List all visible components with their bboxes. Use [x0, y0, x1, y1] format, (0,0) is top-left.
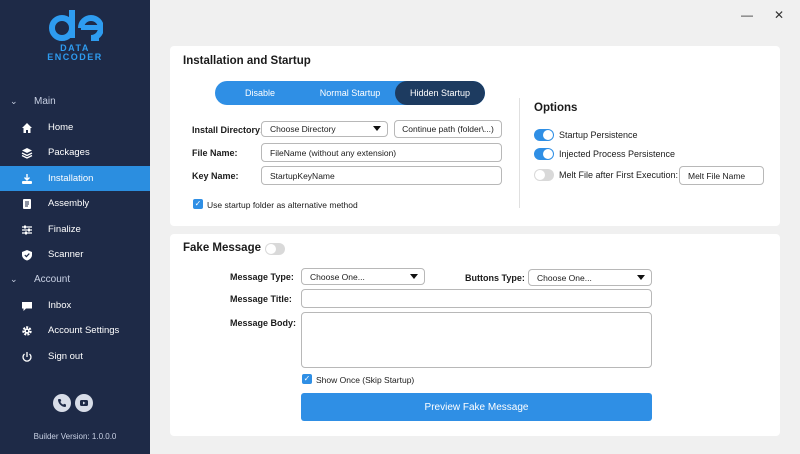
injected-persistence-toggle[interactable] — [534, 148, 554, 160]
preview-fake-message-button[interactable]: Preview Fake Message — [301, 393, 652, 421]
section-main-label: Main — [34, 96, 56, 107]
sidebar-item-finalize[interactable]: Finalize — [0, 217, 150, 242]
segment-disable[interactable]: Disable — [215, 81, 305, 105]
message-body-textarea[interactable] — [301, 312, 652, 368]
layers-icon — [20, 146, 34, 160]
section-main[interactable]: ⌄ Main — [10, 96, 56, 107]
sidebar: DATA ENCODER ⌄ Main Home Packages Instal… — [0, 0, 150, 454]
sidebar-item-scanner[interactable]: Scanner — [0, 242, 150, 267]
options-title: Options — [534, 102, 578, 114]
sidebar-item-label: Finalize — [48, 224, 81, 235]
show-once-label: Show Once (Skip Startup) — [316, 375, 415, 385]
sidebar-item-label: Home — [48, 122, 74, 133]
startup-mode-segmented: Disable Normal Startup Hidden Startup — [215, 81, 485, 105]
data-encoder-logo-icon — [49, 10, 103, 41]
sidebar-item-label: Account Settings — [48, 325, 120, 336]
dropdown-arrow-icon — [410, 273, 418, 279]
sidebar-item-assembly[interactable]: Assembly — [0, 191, 150, 216]
segment-normal-startup[interactable]: Normal Startup — [305, 81, 395, 105]
injected-persistence-label: Injected Process Persistence — [559, 149, 676, 159]
buttons-type-label: Buttons Type: — [465, 273, 525, 283]
installation-title: Installation and Startup — [183, 55, 311, 67]
section-account[interactable]: ⌄ Account — [10, 274, 70, 285]
sidebar-item-label: Packages — [48, 147, 90, 158]
options-divider — [519, 98, 520, 208]
power-icon — [20, 350, 34, 364]
melt-file-toggle[interactable] — [534, 169, 554, 181]
sidebar-item-label: Scanner — [48, 249, 84, 260]
startup-folder-checkbox[interactable]: ✓ — [193, 199, 203, 209]
sidebar-item-sign-out[interactable]: Sign out — [0, 344, 150, 369]
sidebar-item-packages[interactable]: Packages — [0, 140, 150, 165]
sidebar-item-label: Assembly — [48, 198, 90, 209]
minimize-icon[interactable]: — — [740, 8, 754, 22]
segment-hidden-startup[interactable]: Hidden Startup — [395, 81, 485, 105]
file-name-label: File Name: — [192, 148, 238, 158]
installation-card: Installation and Startup Disable Normal … — [170, 46, 780, 226]
message-type-label: Message Type: — [230, 272, 294, 282]
file-name-input[interactable]: FileName (without any extension) — [261, 143, 502, 162]
startup-persistence-label: Startup Persistence — [559, 130, 638, 140]
chat-icon — [20, 299, 34, 313]
contact-icons — [53, 394, 93, 412]
section-account-label: Account — [34, 274, 71, 285]
app-logo: DATA ENCODER — [0, 8, 150, 62]
document-icon — [20, 197, 34, 211]
video-icon[interactable] — [75, 394, 93, 412]
buttons-type-value: Choose One... — [537, 272, 592, 283]
startup-persistence-toggle[interactable] — [534, 129, 554, 141]
show-once-checkbox[interactable]: ✓ — [302, 374, 312, 384]
message-body-label: Message Body: — [230, 318, 297, 328]
sliders-icon — [20, 223, 34, 237]
message-type-value: Choose One... — [310, 271, 365, 282]
sidebar-item-inbox[interactable]: Inbox — [0, 293, 150, 318]
install-directory-dropdown[interactable]: Choose Directory — [261, 121, 388, 137]
message-title-input[interactable] — [301, 289, 652, 308]
fake-message-card: Fake Message Message Type: Choose One...… — [170, 234, 780, 436]
sidebar-item-label: Sign out — [48, 351, 83, 362]
close-icon[interactable]: ✕ — [772, 8, 786, 22]
sidebar-item-home[interactable]: Home — [0, 115, 150, 140]
key-name-label: Key Name: — [192, 171, 239, 181]
sidebar-item-installation[interactable]: Installation — [0, 166, 150, 191]
home-icon — [20, 121, 34, 135]
dropdown-arrow-icon — [637, 274, 645, 280]
chevron-down-icon: ⌄ — [10, 274, 18, 284]
window-controls: — ✕ — [740, 8, 786, 22]
startup-folder-label: Use startup folder as alternative method — [207, 200, 358, 210]
builder-version: Builder Version: 1.0.0.0 — [33, 432, 117, 441]
fake-message-title: Fake Message — [183, 242, 261, 254]
gear-icon — [20, 324, 34, 338]
fake-message-toggle[interactable] — [265, 243, 285, 255]
melt-file-label: Melt File after First Execution: — [559, 170, 679, 180]
message-title-label: Message Title: — [230, 294, 292, 304]
install-directory-label: Install Directory: — [192, 125, 264, 135]
key-name-input[interactable]: StartupKeyName — [261, 166, 502, 185]
dropdown-arrow-icon — [373, 126, 381, 131]
chevron-down-icon: ⌄ — [10, 96, 18, 106]
continue-path-button[interactable]: Continue path (folder\...) — [394, 120, 502, 138]
logo-text-encoder: ENCODER — [47, 52, 103, 62]
sidebar-item-label: Installation — [48, 173, 94, 184]
phone-icon[interactable] — [53, 394, 71, 412]
shield-icon — [20, 248, 34, 262]
message-type-dropdown[interactable]: Choose One... — [301, 268, 425, 285]
buttons-type-dropdown[interactable]: Choose One... — [528, 269, 652, 286]
install-icon — [20, 172, 34, 186]
install-directory-value: Choose Directory — [270, 124, 336, 134]
sidebar-item-account-settings[interactable]: Account Settings — [0, 318, 150, 343]
melt-file-name-input[interactable]: Melt File Name — [679, 166, 764, 185]
sidebar-item-label: Inbox — [48, 300, 72, 311]
